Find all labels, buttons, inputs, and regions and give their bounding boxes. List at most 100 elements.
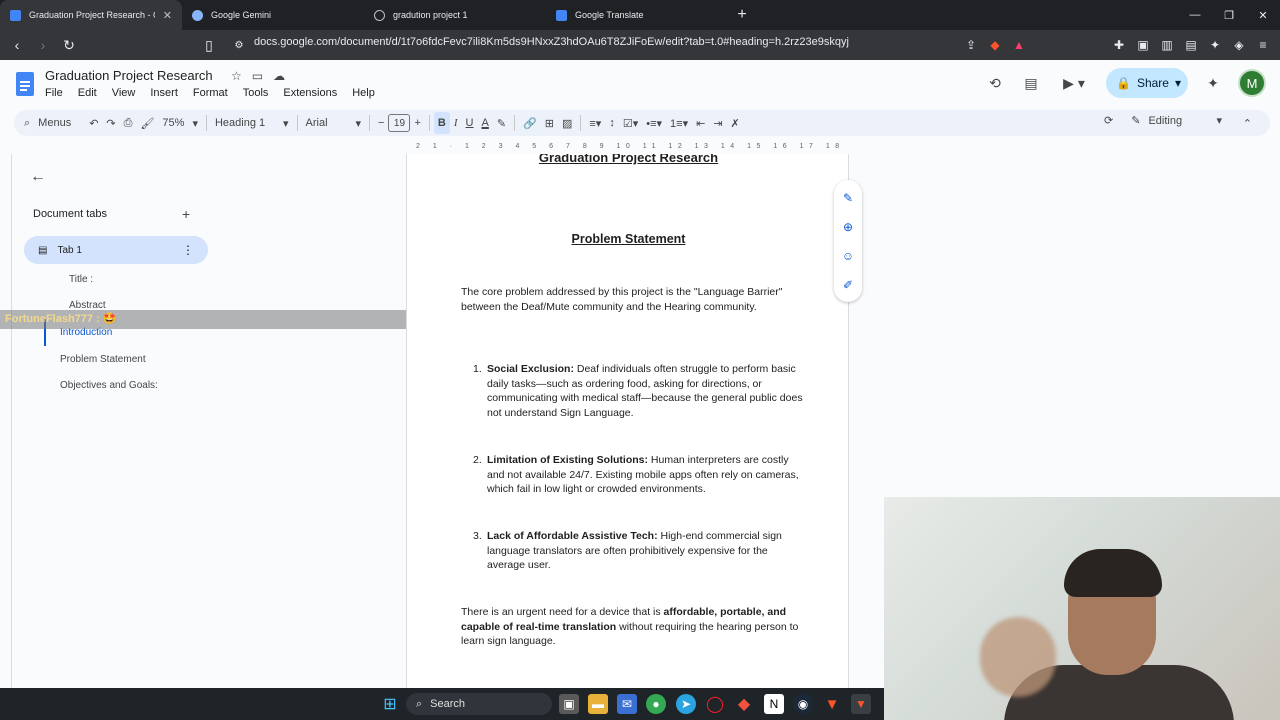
browser-tab-translate[interactable]: Google Translate xyxy=(546,0,728,30)
telegram-icon[interactable]: ➤ xyxy=(676,694,696,714)
avatar[interactable]: M xyxy=(1238,69,1266,97)
back-icon[interactable]: ‹ xyxy=(6,34,28,56)
numbered-list-icon[interactable]: 1≡▾ xyxy=(666,112,692,134)
outline-item-objectives[interactable]: Objectives and Goals: xyxy=(44,372,244,399)
editing-mode-select[interactable]: ⟳ ✎ Editing ▾ xyxy=(1104,114,1222,128)
italic-icon[interactable]: I xyxy=(450,112,462,134)
gemini-icon[interactable]: ✦ xyxy=(1202,72,1224,94)
undo-icon[interactable]: ↶ xyxy=(85,112,102,134)
style-select[interactable]: Heading 1 xyxy=(211,112,279,134)
menu-file[interactable]: File xyxy=(45,87,70,99)
font-select[interactable]: Arial xyxy=(302,112,352,134)
screenshot-icon[interactable]: ▣ xyxy=(1134,34,1152,56)
share-button[interactable]: 🔒 Share ▾ xyxy=(1106,68,1188,98)
notion-icon[interactable]: N xyxy=(764,694,784,714)
brave-active-icon[interactable]: ▼ xyxy=(851,694,871,714)
bookmark-icon[interactable]: ▯ xyxy=(198,34,220,56)
chevron-down-icon[interactable]: ▾ xyxy=(279,112,293,134)
menus-search-label[interactable]: Menus xyxy=(34,112,75,134)
chrome-icon[interactable]: ● xyxy=(646,694,666,714)
star-icon[interactable]: ☆ xyxy=(231,69,242,83)
print-icon[interactable]: ⎙ xyxy=(120,112,137,134)
gemini-refine-icon[interactable]: ⟳ xyxy=(1104,114,1113,127)
paint-format-icon[interactable]: 🖌 xyxy=(136,112,158,134)
browser-tab-project[interactable]: gradution project 1 xyxy=(364,0,546,30)
outline-item-title[interactable]: Title : xyxy=(44,266,244,293)
forward-icon[interactable]: › xyxy=(32,34,54,56)
anydesk-icon[interactable]: ◆ xyxy=(734,694,754,714)
minimize-icon[interactable]: — xyxy=(1178,0,1212,30)
browser-tab-gemini[interactable]: Google Gemini xyxy=(182,0,364,30)
steam-icon[interactable]: ◉ xyxy=(793,694,813,714)
menu-extensions[interactable]: Extensions xyxy=(283,87,344,99)
checklist-icon[interactable]: ☑▾ xyxy=(619,112,642,134)
collapse-menus-icon[interactable]: ⌃ xyxy=(1239,112,1256,134)
decrease-font-size-icon[interactable]: − xyxy=(374,112,388,134)
cloud-saved-icon[interactable]: ☁ xyxy=(273,69,285,83)
line-spacing-icon[interactable]: ↕ xyxy=(605,112,619,134)
outlook-icon[interactable]: ✉ xyxy=(617,694,637,714)
brave-icon[interactable]: ▼ xyxy=(822,694,842,714)
windows-start-icon[interactable]: ⊞ xyxy=(380,694,400,714)
chevron-down-icon[interactable]: ▾ xyxy=(352,112,366,134)
version-history-icon[interactable]: ⟲ xyxy=(984,72,1006,94)
bold-icon[interactable]: B xyxy=(433,112,450,134)
brave-shield-icon[interactable]: ◆ xyxy=(986,34,1004,56)
zoom-select[interactable]: 75% xyxy=(158,112,188,134)
close-window-icon[interactable]: ✕ xyxy=(1246,0,1280,30)
menu-help[interactable]: Help xyxy=(352,87,382,99)
url-field[interactable]: docs.google.com/document/d/1t7o6fdcFevc7… xyxy=(254,36,849,48)
bulleted-list-icon[interactable]: •≡▾ xyxy=(642,112,666,134)
chevron-down-icon[interactable]: ▾ xyxy=(188,112,202,134)
comments-icon[interactable]: ▤ xyxy=(1020,72,1042,94)
gemini-edit-icon[interactable]: ✎ xyxy=(840,190,856,206)
browser-tab-docs[interactable]: Graduation Project Research - Goog ✕ xyxy=(0,0,182,30)
share-page-icon[interactable]: ⇪ xyxy=(962,34,980,56)
add-tab-icon[interactable]: + xyxy=(182,206,190,222)
browser-menu-icon[interactable]: ≡ xyxy=(1254,34,1272,56)
add-comment-icon[interactable]: ⊕ xyxy=(840,219,856,235)
document-title[interactable]: Graduation Project Research xyxy=(45,68,213,83)
site-info-icon[interactable]: ⚙ xyxy=(228,34,250,56)
clear-formatting-icon[interactable]: ✗ xyxy=(727,112,744,134)
menu-edit[interactable]: Edit xyxy=(78,87,104,99)
underline-icon[interactable]: U xyxy=(462,112,478,134)
leo-ai-icon[interactable]: ✦ xyxy=(1206,34,1224,56)
vpn-icon[interactable]: ◈ xyxy=(1230,34,1248,56)
more-options-icon[interactable]: ⋮ xyxy=(182,243,194,257)
suggest-edits-icon[interactable]: ✐ xyxy=(840,277,856,293)
menu-format[interactable]: Format xyxy=(193,87,235,99)
increase-indent-icon[interactable]: ⇥ xyxy=(709,112,726,134)
docs-logo-icon[interactable] xyxy=(16,72,34,96)
taskbar-search[interactable]: ⌕ Search xyxy=(406,693,552,715)
emoji-reaction-icon[interactable]: ☺ xyxy=(840,248,856,264)
increase-font-size-icon[interactable]: + xyxy=(410,112,424,134)
document-page[interactable]: Graduation Project Research Problem Stat… xyxy=(406,154,849,688)
restore-icon[interactable]: ❐ xyxy=(1212,0,1246,30)
menu-insert[interactable]: Insert xyxy=(150,87,185,99)
redo-icon[interactable]: ↷ xyxy=(102,112,119,134)
decrease-indent-icon[interactable]: ⇤ xyxy=(692,112,709,134)
insert-image-icon[interactable]: ▨ xyxy=(558,112,576,134)
link-icon[interactable]: 🔗 xyxy=(519,112,541,134)
wallet-icon[interactable]: ▤ xyxy=(1182,34,1200,56)
sidebar-toggle-icon[interactable]: ▥ xyxy=(1158,34,1176,56)
highlight-icon[interactable]: ✎ xyxy=(493,112,510,134)
add-comment-icon[interactable]: ⊞ xyxy=(541,112,558,134)
sidebar-item-tab1[interactable]: ▤ Tab 1 ⋮ xyxy=(24,236,208,264)
move-folder-icon[interactable]: ▭ xyxy=(252,69,263,83)
menu-tools[interactable]: Tools xyxy=(243,87,276,99)
meet-icon[interactable]: ▶ ▾ xyxy=(1056,72,1092,94)
search-icon[interactable]: ⌕ xyxy=(14,112,34,134)
reload-icon[interactable]: ↻ xyxy=(58,34,80,56)
close-tab-icon[interactable]: ✕ xyxy=(163,9,172,22)
outline-item-problem-statement[interactable]: Problem Statement xyxy=(44,346,244,373)
align-icon[interactable]: ≡▾ xyxy=(585,112,605,134)
brave-rewards-icon[interactable]: ▲ xyxy=(1010,34,1028,56)
extensions-icon[interactable]: ✚ xyxy=(1110,34,1128,56)
task-view-icon[interactable]: ▣ xyxy=(559,694,579,714)
close-sidebar-icon[interactable]: ← xyxy=(30,168,46,186)
share-dropdown-icon[interactable]: ▾ xyxy=(1175,76,1181,90)
new-tab-button[interactable]: + xyxy=(728,0,756,30)
font-size-field[interactable]: 19 xyxy=(388,114,411,132)
